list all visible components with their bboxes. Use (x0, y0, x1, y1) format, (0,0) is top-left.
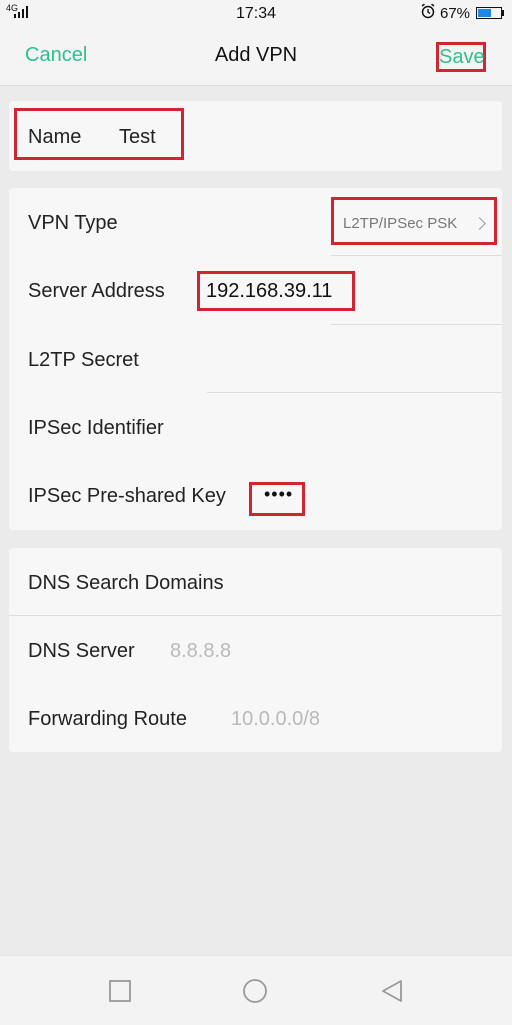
forwarding-route-label: Forwarding Route (28, 708, 187, 730)
battery-icon (476, 7, 502, 19)
dns-server-row[interactable]: DNS Server 8.8.8.8 (9, 616, 502, 684)
vpn-type-highlight (331, 197, 497, 245)
alarm-clock-icon (421, 3, 435, 19)
server-address-label: Server Address (28, 280, 165, 302)
l2tp-secret-label: L2TP Secret (28, 349, 139, 371)
vpn-settings-card: VPN Type L2TP/IPSec PSK Server Address 1… (9, 188, 502, 530)
ipsec-psk-label: IPSec Pre-shared Key (28, 485, 226, 507)
battery-level (478, 9, 492, 17)
dns-search-row[interactable]: DNS Search Domains (9, 548, 502, 616)
dns-server-input[interactable]: 8.8.8.8 (170, 640, 231, 663)
dns-search-label: DNS Search Domains (28, 572, 224, 594)
forwarding-route-row[interactable]: Forwarding Route 10.0.0.0/8 (9, 684, 502, 752)
server-address-highlight (197, 271, 355, 311)
ipsec-psk-row[interactable]: IPSec Pre-shared Key •••• (9, 461, 502, 530)
name-row[interactable]: Name Test (9, 101, 502, 171)
ipsec-identifier-label: IPSec Identifier (28, 417, 164, 439)
l2tp-secret-row[interactable]: L2TP Secret (9, 325, 502, 393)
battery-tip (502, 10, 504, 16)
name-card: Name Test (9, 101, 502, 171)
battery-percent: 67% (440, 5, 471, 22)
header: Cancel Add VPN Save (0, 28, 512, 86)
name-highlight (14, 108, 184, 160)
circle-icon[interactable] (242, 978, 268, 1004)
dns-server-label: DNS Server (28, 640, 135, 662)
save-button[interactable]: Save (436, 42, 486, 72)
forwarding-route-input[interactable]: 10.0.0.0/8 (231, 708, 320, 731)
square-icon[interactable] (107, 978, 133, 1004)
triangle-back-icon[interactable] (379, 978, 405, 1004)
system-navigation-bar (0, 955, 512, 1025)
vpn-type-row[interactable]: VPN Type L2TP/IPSec PSK (9, 188, 502, 256)
ipsec-identifier-row[interactable]: IPSec Identifier (9, 393, 502, 461)
server-address-row[interactable]: Server Address 192.168.39.11 (9, 256, 502, 324)
status-bar: 4G 17:34 67% (0, 0, 512, 28)
dns-card: DNS Search Domains DNS Server 8.8.8.8 Fo… (9, 548, 502, 752)
ipsec-psk-highlight (249, 482, 305, 516)
vpn-type-label: VPN Type (28, 212, 118, 234)
